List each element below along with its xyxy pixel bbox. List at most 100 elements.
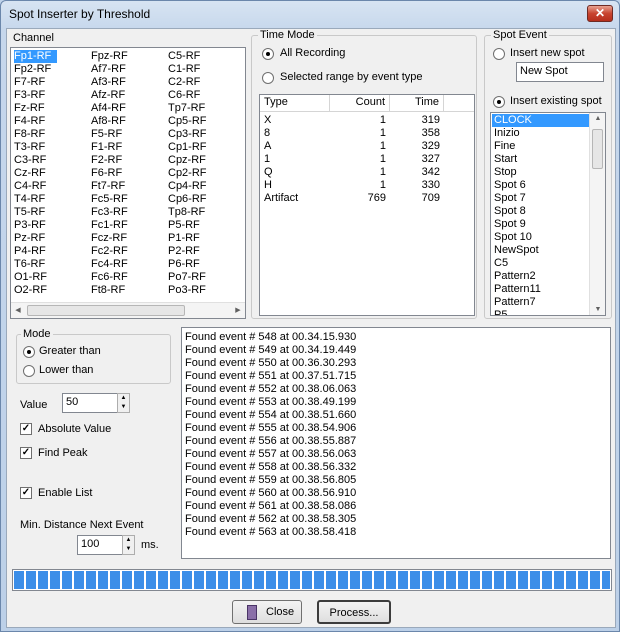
channel-item[interactable]: Cp3-RF	[168, 128, 207, 141]
channel-item[interactable]: Fp2-RF	[14, 63, 51, 76]
count-column-header[interactable]: Count	[330, 95, 390, 111]
lower-than-radio[interactable]	[23, 365, 35, 377]
channel-item[interactable]: P1-RF	[168, 232, 200, 245]
channel-item[interactable]: F1-RF	[91, 141, 122, 154]
channel-item[interactable]: Cpz-RF	[168, 154, 206, 167]
channel-item[interactable]: C2-RF	[168, 76, 200, 89]
channel-item[interactable]: Fc6-RF	[91, 271, 128, 284]
channel-item[interactable]: T6-RF	[14, 258, 45, 271]
channel-item[interactable]: Cp4-RF	[168, 180, 207, 193]
channel-item[interactable]: F6-RF	[91, 167, 122, 180]
channel-hscrollbar[interactable]: ◀ ▶	[11, 302, 245, 318]
scroll-left-icon[interactable]: ◀	[13, 306, 23, 314]
channel-item[interactable]: F8-RF	[14, 128, 45, 141]
channel-item[interactable]: Fc1-RF	[91, 219, 128, 232]
spot-list-item[interactable]: Spot 6	[492, 179, 589, 192]
spot-list-item[interactable]: Stop	[492, 166, 589, 179]
channel-item[interactable]: Ft7-RF	[91, 180, 125, 193]
channel-item[interactable]: F2-RF	[91, 154, 122, 167]
channel-item[interactable]: Cz-RF	[14, 167, 46, 180]
spot-vscroll-thumb[interactable]	[592, 129, 603, 169]
insert-new-spot-radio[interactable]	[493, 48, 505, 60]
channel-item[interactable]: P3-RF	[14, 219, 46, 232]
type-cell[interactable]: 8	[264, 127, 330, 140]
channel-item[interactable]: Fc3-RF	[91, 206, 128, 219]
channel-item[interactable]: Po7-RF	[168, 271, 206, 284]
type-cell[interactable]: H	[264, 179, 330, 192]
channel-item[interactable]: Fz-RF	[14, 102, 45, 115]
channel-item[interactable]: Fc5-RF	[91, 193, 128, 206]
title-bar[interactable]: Spot Inserter by Threshold ✕	[1, 1, 619, 27]
channel-item[interactable]: O2-RF	[14, 284, 47, 297]
channel-item[interactable]: P6-RF	[168, 258, 200, 271]
spot-vscrollbar[interactable]: ▲ ▼	[589, 113, 605, 315]
channel-item[interactable]: Fcz-RF	[91, 232, 127, 245]
spot-list-item[interactable]: P5	[492, 309, 589, 315]
find-peak-checkbox[interactable]: ✓	[20, 447, 32, 459]
all-recording-radio[interactable]	[262, 48, 274, 60]
channel-item[interactable]: C1-RF	[168, 63, 200, 76]
channel-item[interactable]: F3-RF	[14, 89, 45, 102]
channel-item[interactable]: T4-RF	[14, 193, 45, 206]
channel-hscroll-thumb[interactable]	[27, 305, 185, 316]
min-distance-input[interactable]: 100	[77, 535, 123, 555]
channel-item[interactable]: C4-RF	[14, 180, 46, 193]
new-spot-name-input[interactable]: New Spot	[516, 62, 604, 82]
spot-list-item[interactable]: Spot 10	[492, 231, 589, 244]
enable-list-checkbox[interactable]: ✓	[20, 487, 32, 499]
channel-item[interactable]: Cp2-RF	[168, 167, 207, 180]
scroll-down-icon[interactable]: ▼	[593, 306, 603, 313]
channel-item[interactable]: Ft8-RF	[91, 284, 125, 297]
type-cell[interactable]: 1	[264, 153, 330, 166]
channel-item[interactable]: F4-RF	[14, 115, 45, 128]
channel-item[interactable]: Cp5-RF	[168, 115, 207, 128]
spot-list-item[interactable]: Pattern11	[492, 283, 589, 296]
channel-item[interactable]: Fc4-RF	[91, 258, 128, 271]
channel-item[interactable]: Af3-RF	[91, 76, 126, 89]
spot-list-item[interactable]: Start	[492, 153, 589, 166]
channel-list[interactable]: Fp1-RF Fp2-RF F7-RF F3-RF Fz-RF F4-RF F8-RF T3-…	[10, 47, 246, 319]
spot-list-item[interactable]: Inizio	[492, 127, 589, 140]
found-events-log[interactable]: Found event # 548 at 00.34.15.930 Found e…	[181, 327, 611, 559]
scroll-right-icon[interactable]: ▶	[233, 306, 243, 314]
type-cell[interactable]: X	[264, 114, 330, 127]
channel-item[interactable]: C6-RF	[168, 89, 200, 102]
min-distance-spinner[interactable]: ▲ ▼	[122, 535, 135, 555]
channel-item[interactable]: O1-RF	[14, 271, 47, 284]
spot-list-item[interactable]: Pattern2	[492, 270, 589, 283]
type-cell[interactable]: Artifact	[264, 192, 330, 205]
channel-item[interactable]: Afz-RF	[91, 89, 125, 102]
spot-list-item[interactable]: CLOCK	[492, 114, 589, 127]
channel-item[interactable]: Cp6-RF	[168, 193, 207, 206]
channel-item[interactable]: Fp1-RF	[14, 50, 58, 63]
channel-item[interactable]: Po3-RF	[168, 284, 206, 297]
channel-item[interactable]: Pz-RF	[14, 232, 45, 245]
type-cell[interactable]: A	[264, 140, 330, 153]
channel-item[interactable]: P5-RF	[168, 219, 200, 232]
spot-list-item[interactable]: Spot 7	[492, 192, 589, 205]
channel-item[interactable]: F5-RF	[91, 128, 122, 141]
channel-item[interactable]: F7-RF	[14, 76, 45, 89]
channel-item[interactable]: Cp1-RF	[168, 141, 207, 154]
window-close-button[interactable]: ✕	[587, 5, 613, 22]
channel-item[interactable]: Af7-RF	[91, 63, 126, 76]
channel-item[interactable]: Af8-RF	[91, 115, 126, 128]
selected-range-radio[interactable]	[262, 72, 274, 84]
spot-list-item[interactable]: Spot 8	[492, 205, 589, 218]
process-button[interactable]: Process...	[317, 600, 391, 624]
channel-item[interactable]: T5-RF	[14, 206, 45, 219]
type-column-header[interactable]: Type	[260, 95, 330, 111]
value-spinner[interactable]: ▲ ▼	[117, 393, 130, 413]
existing-spot-list[interactable]: CLOCK Inizio Fine Start Stop Spot 6 Spot 7 Spot…	[490, 112, 606, 316]
channel-item[interactable]: C5-RF	[168, 50, 200, 63]
value-input[interactable]: 50	[62, 393, 118, 413]
channel-item[interactable]: T3-RF	[14, 141, 45, 154]
channel-item[interactable]: Fpz-RF	[91, 50, 128, 63]
type-cell[interactable]: Q	[264, 166, 330, 179]
channel-item[interactable]: C3-RF	[14, 154, 46, 167]
greater-than-radio[interactable]	[23, 346, 35, 358]
channel-item[interactable]: Af4-RF	[91, 102, 126, 115]
channel-item[interactable]: Tp8-RF	[168, 206, 205, 219]
spot-list-item[interactable]: Pattern7	[492, 296, 589, 309]
channel-item[interactable]: P2-RF	[168, 245, 200, 258]
